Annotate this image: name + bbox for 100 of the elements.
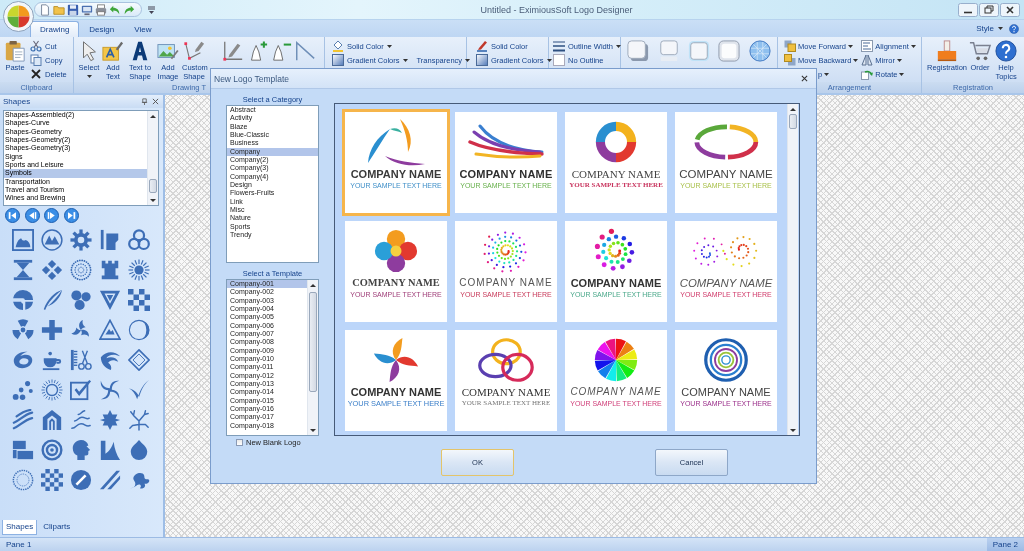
- oval-ring-logo-icon: [692, 122, 760, 162]
- close-icon[interactable]: [152, 98, 159, 105]
- biohazard-icon[interactable]: [127, 229, 150, 251]
- bring-forward-icon: [784, 40, 796, 52]
- triangle-sign-icon[interactable]: [98, 319, 121, 341]
- scrollbar[interactable]: [147, 111, 158, 205]
- ribbon-tab[interactable]: View: [124, 21, 162, 37]
- squiggle-icon[interactable]: [69, 409, 92, 431]
- scrollbar[interactable]: [307, 280, 318, 435]
- curved-stripes-logo-icon: [466, 124, 546, 160]
- bevel-square-icon[interactable]: [718, 40, 741, 62]
- gear-icon[interactable]: [69, 229, 92, 251]
- comb-scissors-icon[interactable]: [69, 349, 92, 371]
- check-swoosh-icon[interactable]: [127, 379, 150, 401]
- skip-end-icon[interactable]: [63, 208, 79, 223]
- branches-icon[interactable]: [127, 409, 150, 431]
- checkbox[interactable]: [236, 438, 243, 446]
- sun-icon[interactable]: [127, 259, 150, 281]
- window-title: Untitled - EximiousSoft Logo Designer: [480, 4, 633, 15]
- peak-shape-icon[interactable]: [98, 439, 121, 461]
- minimize-icon[interactable]: [958, 2, 978, 17]
- status-text: Pane 2: [986, 538, 1024, 551]
- mirror-icon: [861, 54, 874, 66]
- help-icon[interactable]: [1009, 23, 1019, 34]
- linked-rings-logo-icon: [477, 337, 535, 383]
- pen-path-icon: [183, 40, 205, 62]
- crescent-icon[interactable]: [127, 319, 150, 341]
- ribbon-tab[interactable]: Design: [79, 21, 125, 37]
- company-name: COMPANY NAME: [571, 168, 661, 180]
- color-ring-logo-icon: [594, 120, 638, 164]
- stamp-icon: [936, 40, 958, 62]
- print-icon[interactable]: [95, 3, 107, 16]
- checker-pattern-icon[interactable]: [40, 469, 63, 491]
- concentric-rings-logo-icon: [703, 337, 749, 383]
- pen-axis-icon[interactable]: [222, 40, 244, 62]
- bar-block-icon[interactable]: [98, 229, 121, 251]
- company-name: COMPANY NAME: [459, 168, 553, 180]
- stamp-circle-icon[interactable]: [11, 469, 34, 491]
- cross-emblem-icon[interactable]: [40, 319, 63, 341]
- bubbles-icon[interactable]: [11, 379, 34, 401]
- style-menu[interactable]: Style: [976, 24, 1003, 33]
- help-icon: [995, 40, 1017, 62]
- textured-sphere-icon[interactable]: [748, 40, 771, 62]
- shadow-square-icon[interactable]: [627, 40, 650, 62]
- new-file-icon[interactable]: [39, 3, 51, 16]
- template-list[interactable]: [226, 279, 319, 436]
- paint-bucket-icon: [332, 40, 344, 52]
- customize-caret-icon[interactable]: [148, 5, 155, 14]
- company-name: COMPANY NAME: [461, 386, 551, 398]
- company-name: COMPANY NAME: [570, 277, 662, 289]
- chevron-emblem-icon[interactable]: [98, 289, 121, 311]
- monitor-icon[interactable]: [81, 3, 93, 16]
- clover-icon[interactable]: [69, 289, 92, 311]
- swirl-icon[interactable]: [11, 349, 34, 371]
- tick-box-icon[interactable]: [69, 379, 92, 401]
- pin-icon[interactable]: [141, 98, 148, 105]
- scrollbar[interactable]: [787, 104, 798, 435]
- close-icon[interactable]: [801, 75, 808, 82]
- cup-icon[interactable]: [40, 349, 63, 371]
- delete-icon: [30, 68, 42, 80]
- scissors-icon: [30, 40, 42, 52]
- company-name: COMPANY NAME: [679, 277, 773, 289]
- target-icon[interactable]: [40, 439, 63, 461]
- framed-picture-icon[interactable]: [11, 229, 34, 251]
- gradient-square-icon: [332, 54, 344, 66]
- sun-outline-icon[interactable]: [40, 379, 63, 401]
- undo-icon[interactable]: [109, 3, 121, 16]
- redo-icon[interactable]: [123, 3, 135, 16]
- panel-tab[interactable]: Shapes: [2, 520, 38, 535]
- diamond-frame-icon[interactable]: [127, 349, 150, 371]
- align-icon: [861, 40, 874, 52]
- diamonds-icon[interactable]: [40, 259, 63, 281]
- angle-line-icon[interactable]: [294, 40, 316, 62]
- hourglass-icon[interactable]: [11, 259, 34, 281]
- dotted-ring-icon[interactable]: [69, 259, 92, 281]
- arch-emblem-icon[interactable]: [40, 409, 63, 431]
- skip-start-icon[interactable]: [5, 208, 20, 223]
- checkerboard-icon[interactable]: [127, 289, 150, 311]
- caret-icon: [998, 27, 1003, 30]
- line-weights-icon: [553, 40, 565, 52]
- step-forward-icon[interactable]: [44, 208, 59, 223]
- company-name: COMPANY NAME: [352, 277, 440, 289]
- save-icon[interactable]: [67, 3, 79, 16]
- curl-icon[interactable]: [98, 349, 121, 371]
- diagonal-stripes-icon[interactable]: [98, 469, 121, 491]
- step-back-icon[interactable]: [24, 208, 40, 223]
- company-name: COMPANY NAME: [350, 168, 442, 180]
- ribbon-tab[interactable]: Drawing: [30, 21, 80, 37]
- radiation-icon[interactable]: [11, 319, 34, 341]
- vortex-icon[interactable]: [98, 379, 121, 401]
- panel-tab[interactable]: Cliparts: [39, 520, 75, 535]
- mountain-circle-icon[interactable]: [40, 229, 63, 251]
- restore-icon[interactable]: [979, 2, 999, 17]
- send-backward-icon: [784, 54, 796, 66]
- no-sign-icon[interactable]: [69, 469, 92, 491]
- close-icon[interactable]: [1000, 2, 1020, 17]
- swoosh-lines-icon[interactable]: [11, 409, 34, 431]
- gradient-square-icon: [476, 54, 488, 66]
- blocks-icon[interactable]: [11, 439, 34, 461]
- dialog-title: New Logo Template: [214, 73, 289, 84]
